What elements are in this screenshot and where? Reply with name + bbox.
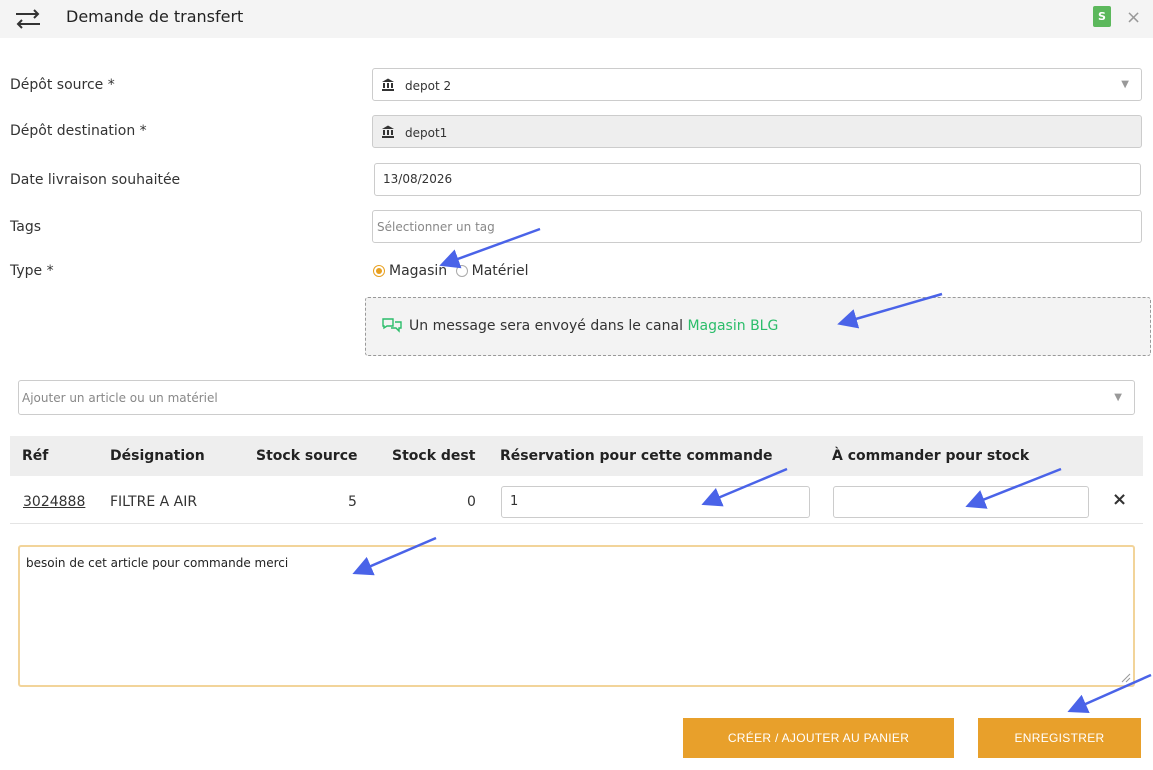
reservation-input[interactable]: 1 xyxy=(501,486,810,518)
destination-depot-value: depot1 xyxy=(405,126,448,140)
comment-text: besoin de cet article pour commande merc… xyxy=(26,556,289,570)
a-commander-input[interactable] xyxy=(833,486,1089,518)
channel-message: Un message sera envoyé dans le canal Mag… xyxy=(409,318,778,334)
close-icon[interactable]: × xyxy=(1126,9,1141,27)
table-header: Réf Désignation Stock source Stock dest … xyxy=(10,436,1143,476)
resize-grip-icon[interactable] xyxy=(1121,673,1131,683)
chat-icon xyxy=(382,318,402,333)
modal-title: Demande de transfert xyxy=(66,7,244,26)
channel-info-box: Un message sera envoyé dans le canal Mag… xyxy=(365,297,1151,356)
source-depot-select[interactable]: depot 2 ▼ xyxy=(372,68,1142,101)
row-stock-source: 5 xyxy=(348,494,357,510)
column-header-reservation: Réservation pour cette commande xyxy=(500,448,773,464)
destination-depot-label: Dépôt destination * xyxy=(10,123,147,139)
delivery-date-value: 13/08/2026 xyxy=(383,172,453,186)
remove-row-icon[interactable]: × xyxy=(1112,489,1127,510)
delivery-date-label: Date livraison souhaitée xyxy=(10,172,181,188)
chevron-down-icon: ▼ xyxy=(1121,79,1129,90)
comment-textarea[interactable]: besoin de cet article pour commande merc… xyxy=(18,545,1135,687)
add-article-select[interactable]: Ajouter un article ou un matériel ▼ xyxy=(18,380,1135,415)
type-option-magasin[interactable]: Magasin xyxy=(389,263,447,279)
column-header-stock-source: Stock source xyxy=(256,448,358,464)
row-stock-dest: 0 xyxy=(467,494,476,510)
transfer-icon xyxy=(16,9,40,29)
type-label: Type * xyxy=(10,263,54,279)
channel-message-text: Un message sera envoyé dans le canal xyxy=(409,318,683,334)
save-button[interactable]: ENREGISTRER xyxy=(978,718,1141,758)
column-header-designation: Désignation xyxy=(110,448,205,464)
row-ref-link[interactable]: 3024888 xyxy=(23,494,85,510)
add-article-placeholder: Ajouter un article ou un matériel xyxy=(22,391,218,405)
type-radio-materiel[interactable] xyxy=(455,265,468,277)
channel-name: Magasin BLG xyxy=(687,318,779,334)
type-radio-group: Magasin Matériel xyxy=(373,263,533,279)
type-radio-magasin[interactable] xyxy=(373,265,385,277)
type-option-materiel[interactable]: Matériel xyxy=(472,263,529,279)
warehouse-icon xyxy=(382,78,394,91)
delivery-date-input[interactable]: 13/08/2026 xyxy=(374,163,1141,196)
source-depot-value: depot 2 xyxy=(405,79,452,93)
destination-depot-select: depot1 xyxy=(372,115,1142,148)
create-add-to-cart-button[interactable]: CRÉER / AJOUTER AU PANIER xyxy=(683,718,954,758)
tags-placeholder: Sélectionner un tag xyxy=(377,220,495,234)
chevron-down-icon: ▼ xyxy=(1114,392,1122,403)
table-row: 3024888 FILTRE A AIR 5 0 1 × xyxy=(10,478,1143,524)
tags-input[interactable]: Sélectionner un tag xyxy=(372,210,1142,243)
reservation-value: 1 xyxy=(510,494,519,509)
column-header-a-commander: À commander pour stock xyxy=(832,448,1030,464)
modal-header: Demande de transfert S × xyxy=(0,0,1153,38)
user-badge[interactable]: S xyxy=(1093,6,1111,27)
column-header-stock-dest: Stock dest xyxy=(392,448,476,464)
column-header-ref: Réf xyxy=(22,448,49,464)
warehouse-icon xyxy=(382,125,394,138)
row-designation: FILTRE A AIR xyxy=(110,494,198,510)
source-depot-label: Dépôt source * xyxy=(10,77,115,93)
tags-label: Tags xyxy=(10,219,41,235)
